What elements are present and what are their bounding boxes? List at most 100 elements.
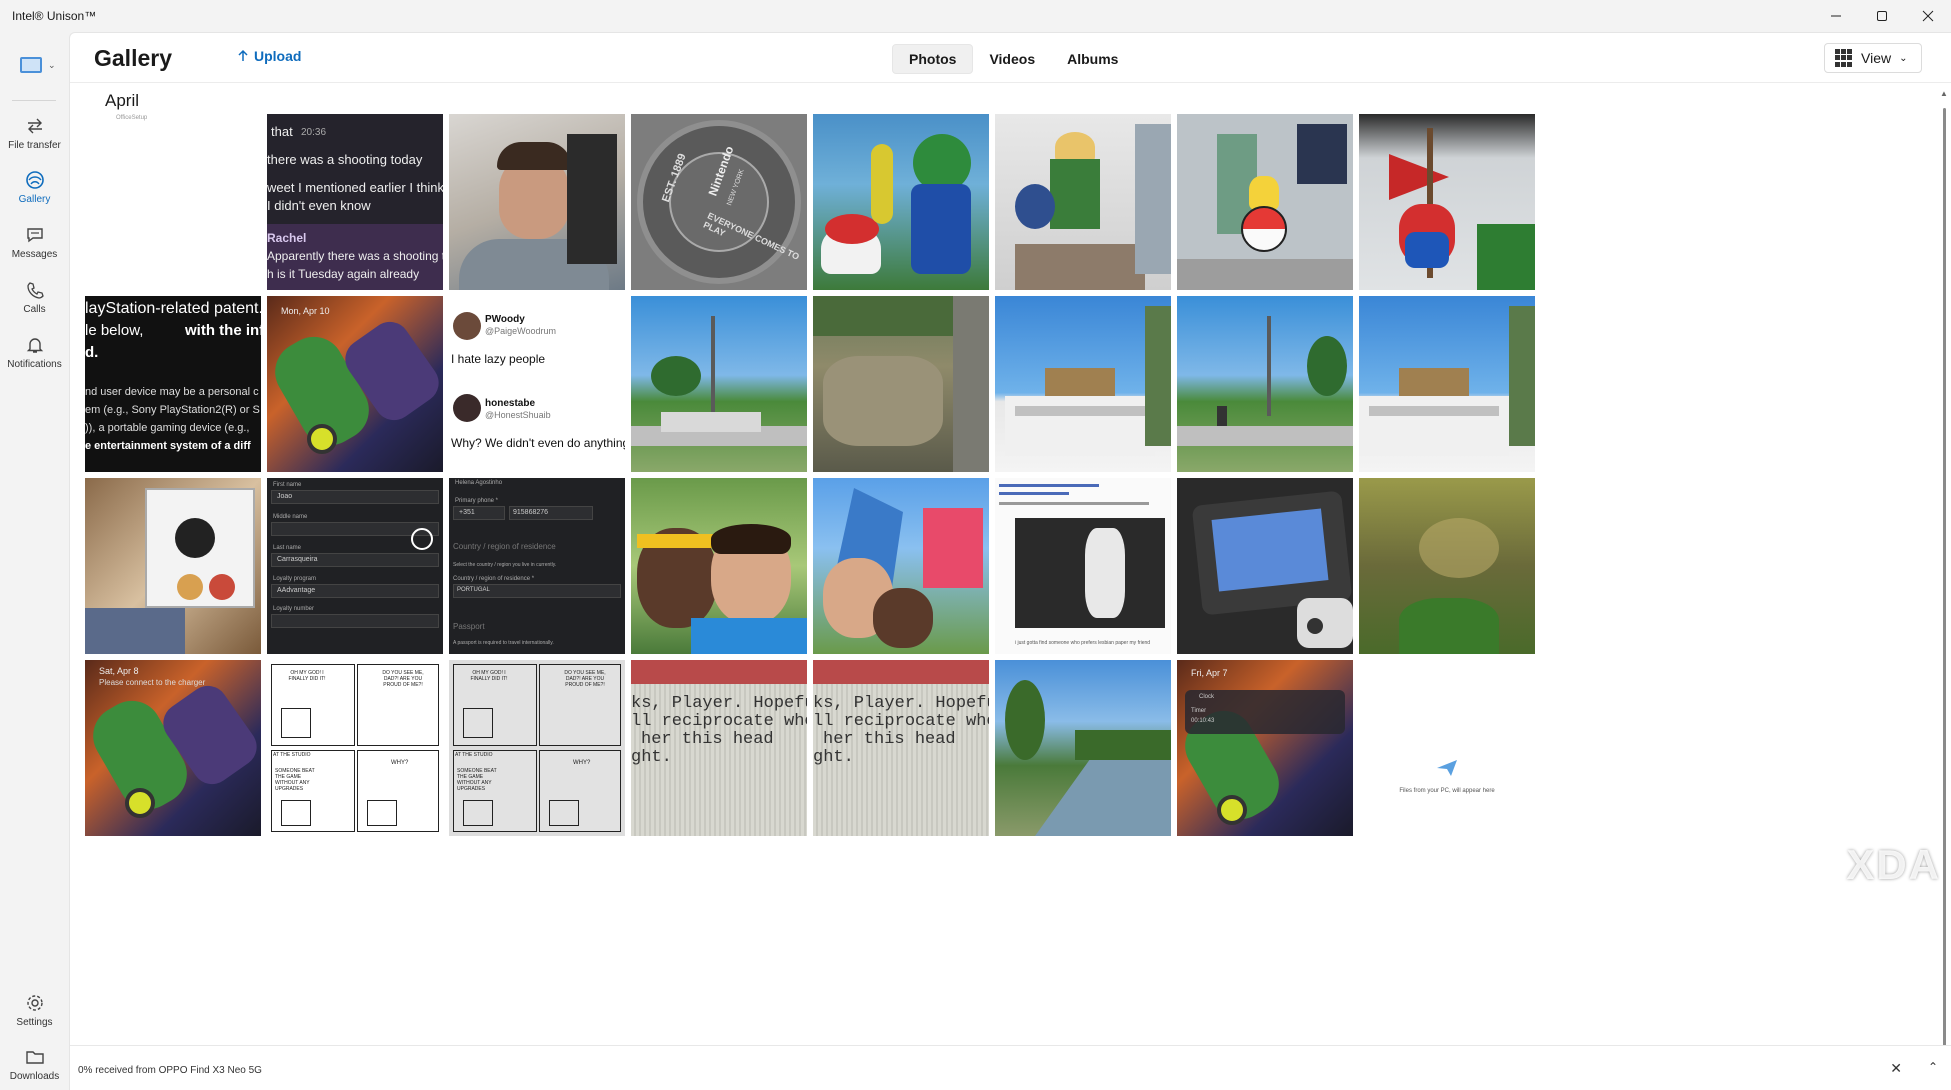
tab-albums[interactable]: Albums [1051, 44, 1134, 74]
transfer-icon [27, 118, 42, 134]
close-transfer-icon[interactable]: ✕ [1890, 1060, 1902, 1077]
photo-caption: @PaigeWoodrum [485, 326, 557, 336]
title-bar: Intel® Unison™ [0, 0, 1951, 32]
photo-caption: Clock [1199, 694, 1215, 700]
phone-icon [26, 282, 44, 299]
upload-button[interactable]: Upload [236, 48, 301, 64]
photo-caption: @HonestShuaib [485, 410, 551, 420]
photo-caption: Mon, Apr 10 [281, 306, 330, 316]
photo-caption: Last name [273, 545, 302, 551]
photo-tile[interactable] [449, 114, 625, 290]
photo-caption: e entertainment system of a diff [85, 440, 251, 452]
sidebar-item-downloads[interactable]: Downloads [0, 1039, 69, 1090]
photo-tile[interactable] [813, 296, 989, 472]
photo-tile[interactable] [1359, 296, 1535, 472]
photo-tile[interactable]: Helena Agostinho Primary phone * +351 91… [449, 478, 625, 654]
photo-tile[interactable] [631, 478, 807, 654]
photo-tile[interactable]: layStation-related patent. le below, wit… [85, 296, 261, 472]
photo-caption: that [271, 124, 293, 139]
photo-tile[interactable]: OH MY GOD! I FINALLY DID IT! DO YOU SEE … [267, 660, 443, 836]
photo-caption: I didn't even know [267, 198, 371, 213]
view-button[interactable]: View ⌄ [1824, 43, 1922, 73]
photo-tile[interactable]: ks, Player. Hopefu ll reciprocate whe he… [631, 660, 807, 836]
photo-tile[interactable]: PWoody @PaigeWoodrum I hate lazy people … [449, 296, 625, 472]
photo-tile[interactable] [1177, 296, 1353, 472]
photo-caption: Please connect to the charger [99, 678, 206, 687]
vertical-scrollbar[interactable]: ▲ ▼ [1937, 83, 1951, 1078]
gallery-icon [25, 171, 44, 189]
minimize-icon [1831, 15, 1841, 17]
photo-caption: First name [273, 482, 302, 488]
photo-caption: Helena Agostinho [455, 480, 503, 486]
close-window-button[interactable] [1905, 0, 1951, 32]
photo-caption: Apparently there was a shooting t [267, 249, 443, 263]
photo-tile[interactable]: ks, Player. Hopefu ll reciprocate whe he… [813, 660, 989, 836]
photo-caption: AT THE STUDIO [455, 752, 493, 758]
photo-tile[interactable] [995, 114, 1171, 290]
scroll-up-icon[interactable]: ▲ [1940, 89, 1948, 98]
chevron-down-icon: ⌄ [1899, 52, 1908, 64]
photo-tile[interactable] [813, 114, 989, 290]
photo-tile[interactable]: First name Joao Middle name Last name Ca… [267, 478, 443, 654]
photo-caption: Passport [453, 622, 485, 631]
photo-tile[interactable] [1177, 114, 1353, 290]
scrollbar-thumb[interactable] [1943, 108, 1946, 1078]
sidebar-divider [12, 100, 56, 101]
photo-caption: Select the country / region you live in … [453, 562, 557, 568]
empty-message: Files from your PC, will appear here [1399, 788, 1495, 794]
photo-tile[interactable]: Mon, Apr 10 [267, 296, 443, 472]
sidebar: ⌄ File transfer Gallery Messages Calls N… [0, 32, 69, 1090]
sidebar-item-label: Downloads [9, 1071, 60, 1082]
photo-tile[interactable] [995, 296, 1171, 472]
photo-caption: i just gotta find someone who prefers le… [1015, 640, 1151, 646]
media-tabs: Photos Videos Albums [892, 44, 1134, 74]
photo-tile[interactable]: OH MY GOD! I FINALLY DID IT! DO YOU SEE … [449, 660, 625, 836]
photo-caption: SOMEONE BEAT THE GAME WITHOUT ANY UPGRAD… [275, 768, 315, 792]
transfer-status: 0% received from OPPO Find X3 Neo 5G [78, 1065, 262, 1076]
phone-device-icon [20, 57, 42, 73]
photo-caption: I hate lazy people [451, 352, 546, 366]
sidebar-item-file-transfer[interactable]: File transfer [0, 108, 69, 160]
photo-caption: SOMEONE BEAT THE GAME WITHOUT ANY UPGRAD… [457, 768, 497, 792]
photo-caption: Country / region of residence * [453, 576, 535, 582]
gear-icon [26, 995, 43, 1011]
sidebar-item-messages[interactable]: Messages [0, 217, 69, 269]
photo-tile[interactable] [995, 660, 1171, 836]
photo-caption: Timer [1191, 708, 1207, 714]
sidebar-item-settings[interactable]: Settings [0, 985, 69, 1037]
photo-tile[interactable] [1359, 478, 1535, 654]
upload-icon [238, 49, 248, 61]
photo-caption: Sat, Apr 8 [99, 666, 139, 676]
photo-tile[interactable] [631, 296, 807, 472]
photo-caption: OH MY GOD! I FINALLY DID IT! [470, 670, 508, 682]
tab-photos[interactable]: Photos [892, 44, 974, 74]
window-controls [1813, 0, 1951, 32]
sidebar-item-calls[interactable]: Calls [0, 272, 69, 324]
sidebar-item-label: Calls [23, 304, 46, 315]
transfer-status-bar: 0% received from OPPO Find X3 Neo 5G ✕ ⌃ [70, 1045, 1951, 1090]
photo-tile[interactable] [1359, 114, 1535, 290]
device-selector[interactable]: ⌄ [20, 52, 62, 78]
photo-tile[interactable]: Sat, Apr 8 Please connect to the charger [85, 660, 261, 836]
photo-tile[interactable] [1177, 478, 1353, 654]
message-icon [26, 228, 43, 243]
photo-tile[interactable]: EST. 1889 Nintendo NEW YORK EVERYONE COM… [631, 114, 807, 290]
sidebar-item-gallery[interactable]: Gallery [0, 162, 69, 214]
main-panel: Gallery Upload Photos Videos Albums View… [69, 32, 1951, 1090]
photo-caption: PORTUGAL [457, 587, 490, 593]
maximize-button[interactable] [1859, 0, 1905, 32]
photo-caption: PWoody [485, 314, 525, 325]
minimize-button[interactable] [1813, 0, 1859, 32]
sidebar-item-label: File transfer [8, 140, 61, 151]
photo-tile[interactable]: i just gotta find someone who prefers le… [995, 478, 1171, 654]
tab-videos[interactable]: Videos [973, 44, 1051, 74]
photo-tile[interactable]: that 20:36 there was a shooting today we… [267, 114, 443, 290]
photo-tile[interactable] [813, 478, 989, 654]
photo-caption: Primary phone * [455, 498, 499, 504]
photo-tile[interactable] [85, 478, 261, 654]
photo-caption: WHY? [573, 760, 591, 766]
photo-tile[interactable]: Fri, Apr 7 Clock Timer 00:10:43 [1177, 660, 1353, 836]
photo-caption: h is it Tuesday again already [267, 267, 420, 281]
chevron-up-icon[interactable]: ⌃ [1928, 1060, 1938, 1074]
sidebar-item-notifications[interactable]: Notifications [0, 327, 69, 379]
